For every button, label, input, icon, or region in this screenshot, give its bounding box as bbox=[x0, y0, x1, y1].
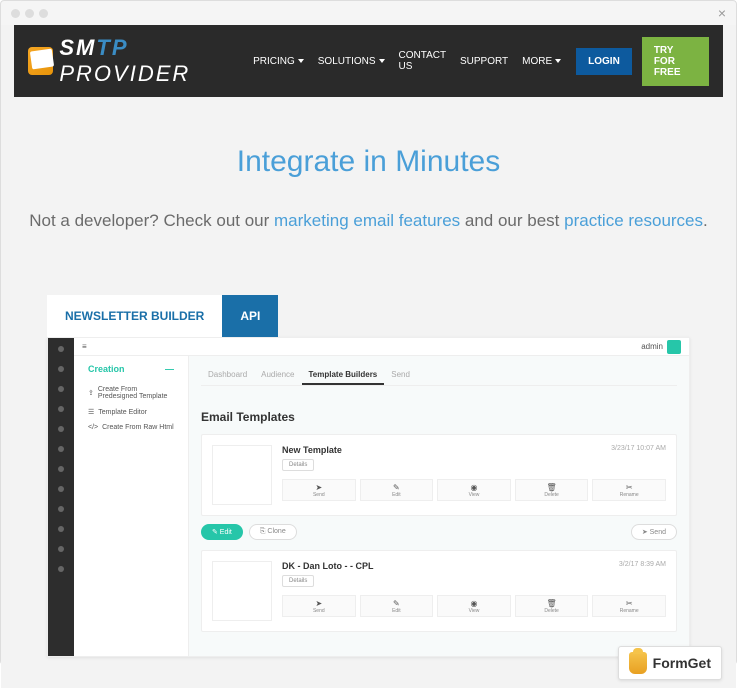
nav-support[interactable]: SUPPORT bbox=[455, 50, 513, 73]
chevron-down-icon bbox=[555, 59, 561, 63]
sidebar-item-editor[interactable]: ☰Template Editor bbox=[82, 404, 180, 420]
hamburger-icon[interactable]: ≡ bbox=[82, 342, 87, 351]
window-dot-max[interactable] bbox=[39, 9, 48, 18]
hero-title: Integrate in Minutes bbox=[21, 145, 716, 179]
action-rename[interactable]: ✂Rename bbox=[592, 595, 666, 617]
template-card: DK - Dan Loto - - CPL 3/2/17 8:39 AM Det… bbox=[201, 550, 677, 632]
action-view[interactable]: ◉View bbox=[437, 479, 511, 501]
tab-api[interactable]: API bbox=[222, 295, 278, 337]
nav-contact[interactable]: CONTACT US bbox=[394, 44, 451, 78]
rail-icon[interactable] bbox=[58, 386, 64, 392]
list-icon: ☰ bbox=[88, 408, 94, 416]
code-icon: </> bbox=[88, 424, 98, 431]
tab-newsletter-builder[interactable]: NEWSLETTER BUILDER bbox=[47, 295, 222, 337]
rail-icon[interactable] bbox=[58, 546, 64, 552]
browser-titlebar: × bbox=[1, 1, 736, 25]
rail-icon[interactable] bbox=[58, 426, 64, 432]
brand-logo[interactable]: SMTP PROVIDER bbox=[28, 35, 248, 87]
marketing-features-link[interactable]: marketing email features bbox=[274, 211, 460, 230]
delete-icon: 🗑 bbox=[547, 599, 557, 608]
rail-icon[interactable] bbox=[58, 346, 64, 352]
collapse-icon[interactable]: — bbox=[165, 364, 174, 374]
action-edit[interactable]: ✎Edit bbox=[360, 479, 434, 501]
template-date: 3/23/17 10:07 AM bbox=[611, 445, 666, 452]
action-view[interactable]: ◉View bbox=[437, 595, 511, 617]
formget-icon bbox=[629, 652, 647, 674]
formget-label: FormGet bbox=[653, 655, 711, 671]
hero-subtitle: Not a developer? Check out our marketing… bbox=[21, 211, 716, 231]
content-heading: Email Templates bbox=[201, 410, 677, 424]
close-icon[interactable]: × bbox=[718, 5, 726, 21]
envelope-icon bbox=[28, 47, 53, 75]
rail-icon[interactable] bbox=[58, 486, 64, 492]
practice-resources-link[interactable]: practice resources bbox=[564, 211, 703, 230]
inner-tab-template-builders[interactable]: Template Builders bbox=[302, 366, 385, 385]
details-tag[interactable]: Details bbox=[282, 459, 314, 471]
action-delete[interactable]: 🗑Delete bbox=[515, 479, 589, 501]
action-send[interactable]: ➤Send bbox=[282, 479, 356, 501]
brand-text: SMTP PROVIDER bbox=[59, 35, 248, 87]
main-navbar: SMTP PROVIDER PRICING SOLUTIONS CONTACT … bbox=[14, 25, 723, 97]
template-thumbnail bbox=[212, 561, 272, 621]
login-button[interactable]: LOGIN bbox=[576, 48, 632, 75]
action-rename[interactable]: ✂Rename bbox=[592, 479, 666, 501]
rename-icon: ✂ bbox=[626, 599, 633, 608]
chevron-down-icon bbox=[379, 59, 385, 63]
app-sidebar-rail bbox=[48, 338, 74, 656]
window-dot-min[interactable] bbox=[25, 9, 34, 18]
view-icon: ◉ bbox=[470, 599, 477, 608]
rail-icon[interactable] bbox=[58, 446, 64, 452]
edit-pill[interactable]: ✎ Edit bbox=[201, 524, 243, 540]
rail-icon[interactable] bbox=[58, 466, 64, 472]
rail-icon[interactable] bbox=[58, 366, 64, 372]
sidebar-item-rawhtml[interactable]: </>Create From Raw Html bbox=[82, 420, 180, 435]
details-tag[interactable]: Details bbox=[282, 575, 314, 587]
app-preview-screenshot: ≡ admin Creation — ⇪Create From P bbox=[47, 337, 690, 657]
template-date: 3/2/17 8:39 AM bbox=[619, 561, 666, 568]
chevron-down-icon bbox=[298, 59, 304, 63]
window-dot-close[interactable] bbox=[11, 9, 20, 18]
edit-icon: ✎ bbox=[393, 483, 400, 492]
sidebar-section-title: Creation bbox=[88, 364, 125, 374]
send-icon: ➤ bbox=[315, 483, 322, 492]
send-pill[interactable]: ➤ Send bbox=[631, 524, 677, 540]
template-card: New Template 3/23/17 10:07 AM Details ➤S… bbox=[201, 434, 677, 516]
clone-pill[interactable]: ⎘ Clone bbox=[249, 524, 297, 540]
admin-avatar[interactable] bbox=[667, 340, 681, 354]
template-title: DK - Dan Loto - - CPL bbox=[282, 561, 374, 571]
edit-icon: ✎ bbox=[393, 599, 400, 608]
view-icon: ◉ bbox=[470, 483, 477, 492]
formget-watermark[interactable]: FormGet bbox=[618, 646, 722, 680]
upload-icon: ⇪ bbox=[88, 389, 94, 397]
nav-pricing[interactable]: PRICING bbox=[248, 50, 309, 73]
sidebar-item-predesigned[interactable]: ⇪Create From Predesigned Template bbox=[82, 382, 180, 404]
rail-icon[interactable] bbox=[58, 526, 64, 532]
inner-tab-audience[interactable]: Audience bbox=[254, 366, 301, 385]
nav-more[interactable]: MORE bbox=[517, 50, 566, 73]
rename-icon: ✂ bbox=[626, 483, 633, 492]
action-delete[interactable]: 🗑Delete bbox=[515, 595, 589, 617]
rail-icon[interactable] bbox=[58, 506, 64, 512]
inner-tab-dashboard[interactable]: Dashboard bbox=[201, 366, 254, 385]
inner-tab-send[interactable]: Send bbox=[384, 366, 417, 385]
nav-solutions[interactable]: SOLUTIONS bbox=[313, 50, 390, 73]
template-thumbnail bbox=[212, 445, 272, 505]
delete-icon: 🗑 bbox=[547, 483, 557, 492]
action-send[interactable]: ➤Send bbox=[282, 595, 356, 617]
admin-label: admin bbox=[641, 342, 663, 351]
rail-icon[interactable] bbox=[58, 406, 64, 412]
template-title: New Template bbox=[282, 445, 342, 455]
action-edit[interactable]: ✎Edit bbox=[360, 595, 434, 617]
rail-icon[interactable] bbox=[58, 566, 64, 572]
send-icon: ➤ bbox=[315, 599, 322, 608]
try-free-button[interactable]: TRY FOR FREE bbox=[642, 37, 709, 86]
